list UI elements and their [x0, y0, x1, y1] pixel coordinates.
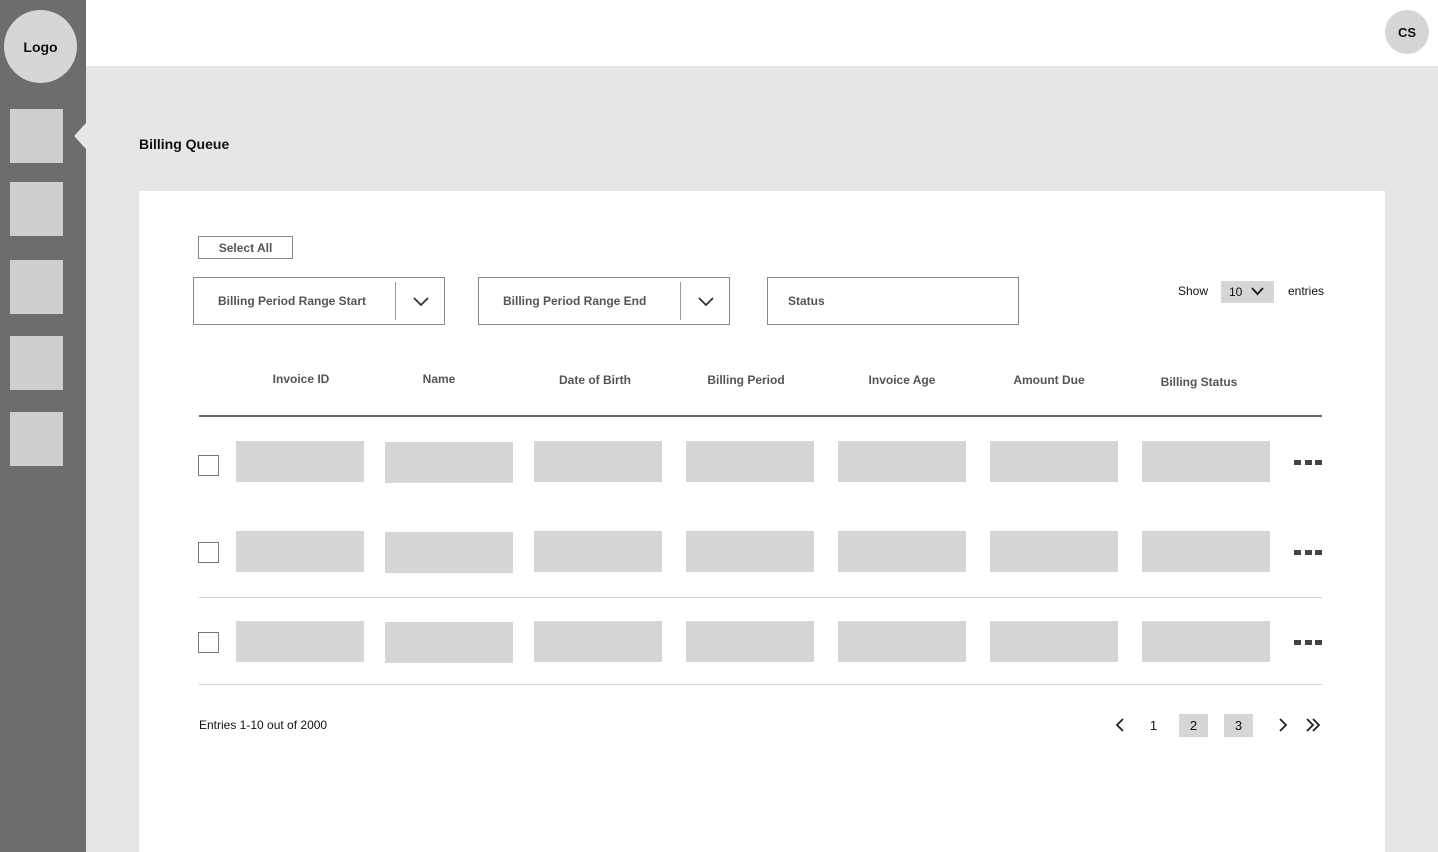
chevron-right-icon[interactable]	[1278, 718, 1288, 732]
sidebar-item-5[interactable]	[10, 412, 63, 466]
sidebar: Logo	[0, 0, 86, 852]
entries-per-page-select[interactable]: 10	[1221, 281, 1274, 303]
sidebar-item-3[interactable]	[10, 260, 63, 314]
column-header-name[interactable]: Name	[359, 372, 519, 386]
sidebar-item-2[interactable]	[10, 182, 63, 236]
column-header-billing-period[interactable]: Billing Period	[666, 373, 826, 387]
active-nav-indicator	[74, 123, 86, 149]
table-header-divider	[199, 415, 1322, 417]
chevron-left-icon[interactable]	[1115, 718, 1125, 732]
row-divider	[199, 684, 1322, 685]
name-cell	[385, 442, 513, 483]
dropdown-divider	[395, 282, 396, 320]
date-of-birth-cell	[534, 531, 662, 572]
entries-value: 10	[1229, 285, 1243, 299]
amount-due-cell	[990, 621, 1118, 662]
row-divider	[199, 597, 1322, 598]
invoice-id-cell	[236, 621, 364, 662]
row-checkbox[interactable]	[198, 542, 219, 563]
range-end-label: Billing Period Range End	[503, 294, 647, 308]
billing-status-cell	[1142, 621, 1270, 662]
status-input[interactable]	[767, 277, 1019, 325]
page-button-3[interactable]: 3	[1224, 714, 1253, 737]
entries-label: entries	[1288, 284, 1325, 298]
billing-period-range-end-dropdown[interactable]: Billing Period Range End	[478, 277, 730, 325]
row-checkbox[interactable]	[198, 455, 219, 476]
show-label: Show	[1178, 284, 1209, 298]
billing-period-range-start-dropdown[interactable]: Billing Period Range Start	[193, 277, 445, 325]
billing-status-cell	[1142, 441, 1270, 482]
more-options-icon[interactable]	[1294, 635, 1322, 649]
double-chevron-right-icon[interactable]	[1305, 718, 1321, 732]
top-bar: CS	[86, 0, 1438, 66]
name-cell	[385, 532, 513, 573]
logo[interactable]: Logo	[4, 10, 77, 83]
column-header-billing-status[interactable]: Billing Status	[1119, 375, 1279, 389]
page-button-2[interactable]: 2	[1179, 714, 1208, 737]
invoice-age-cell	[838, 621, 966, 662]
sidebar-item-4[interactable]	[10, 336, 63, 390]
more-options-icon[interactable]	[1294, 545, 1322, 559]
billing-status-cell	[1142, 531, 1270, 572]
chevron-down-icon	[1251, 287, 1264, 296]
billing-period-cell	[686, 441, 814, 482]
column-header-invoice-id[interactable]: Invoice ID	[221, 372, 381, 386]
range-start-label: Billing Period Range Start	[218, 294, 367, 308]
billing-period-cell	[686, 531, 814, 572]
column-header-amount-due[interactable]: Amount Due	[969, 373, 1129, 387]
date-of-birth-cell	[534, 441, 662, 482]
row-checkbox[interactable]	[198, 632, 219, 653]
billing-queue-card: Select All Billing Period Range Start Bi…	[139, 191, 1385, 852]
entries-summary: Entries 1-10 out of 2000	[199, 718, 328, 732]
chevron-down-icon	[698, 297, 714, 307]
amount-due-cell	[990, 531, 1118, 572]
name-cell	[385, 622, 513, 663]
amount-due-cell	[990, 441, 1118, 482]
sidebar-item-1[interactable]	[10, 109, 63, 163]
page-title: Billing Queue	[139, 136, 230, 152]
chevron-down-icon	[413, 297, 429, 307]
column-header-date-of-birth[interactable]: Date of Birth	[515, 373, 675, 387]
more-options-icon[interactable]	[1294, 455, 1322, 469]
billing-period-cell	[686, 621, 814, 662]
page-button-1[interactable]: 1	[1139, 714, 1168, 737]
invoice-age-cell	[838, 441, 966, 482]
dropdown-divider	[680, 282, 681, 320]
date-of-birth-cell	[534, 621, 662, 662]
invoice-id-cell	[236, 441, 364, 482]
invoice-age-cell	[838, 531, 966, 572]
select-all-button[interactable]: Select All	[198, 236, 293, 259]
invoice-id-cell	[236, 531, 364, 572]
user-avatar[interactable]: CS	[1385, 10, 1429, 54]
column-header-invoice-age[interactable]: Invoice Age	[822, 373, 982, 387]
